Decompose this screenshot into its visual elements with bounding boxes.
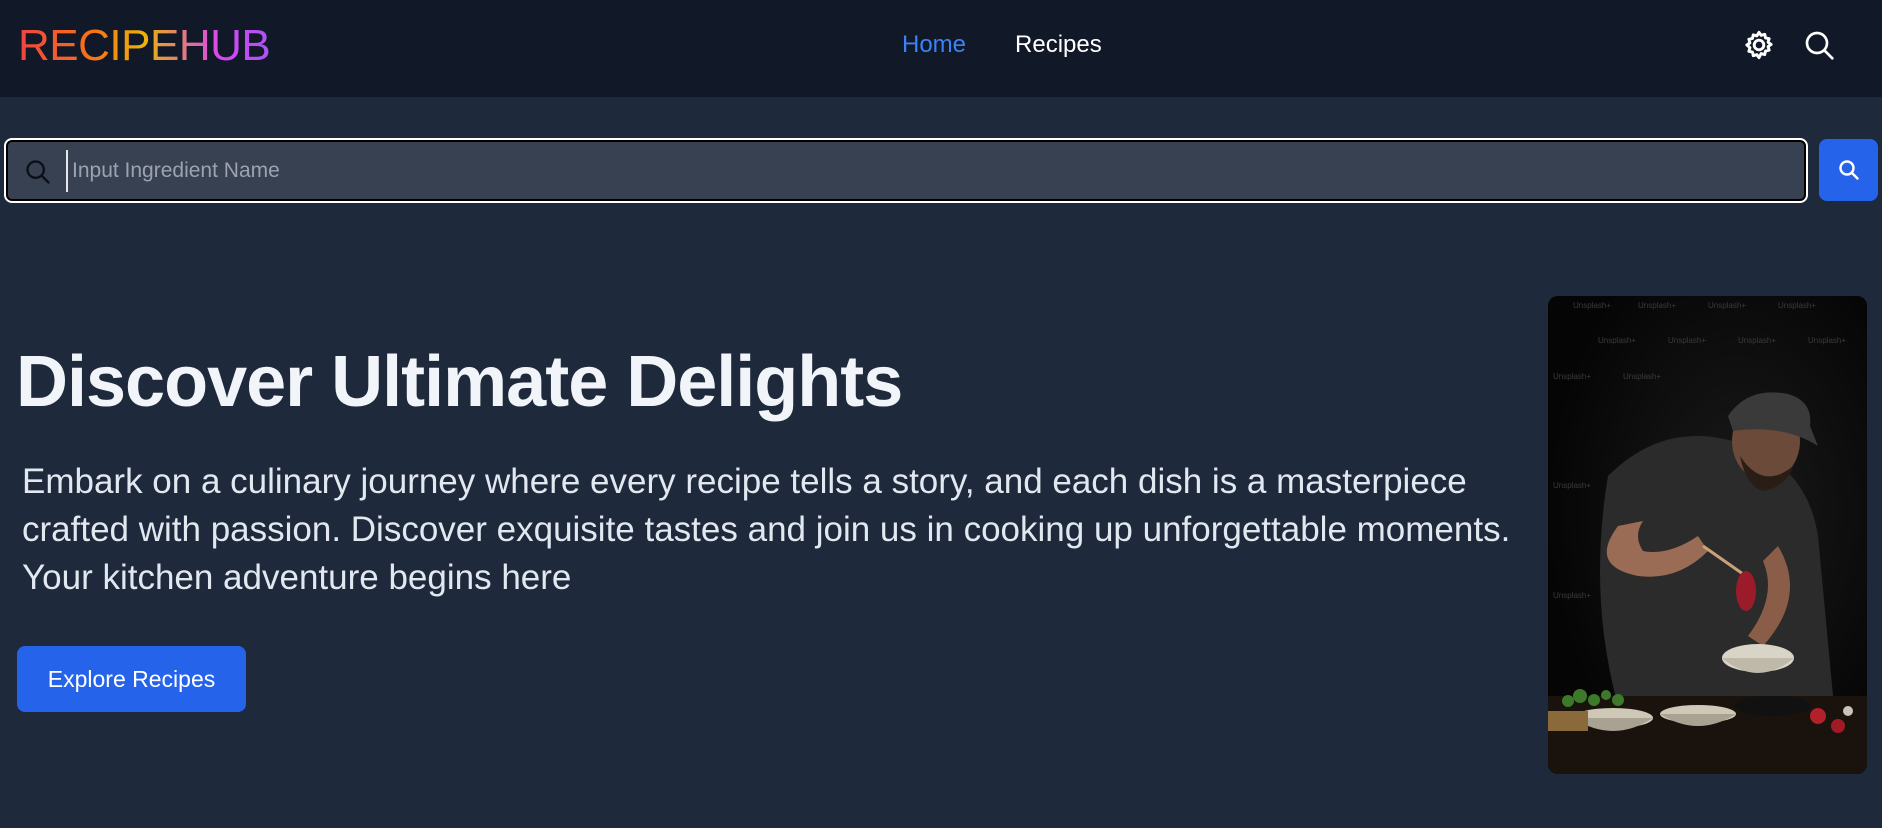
search-field-container[interactable] — [4, 138, 1808, 203]
image-watermark: Unsplash+ — [1778, 301, 1817, 310]
image-watermark: Unsplash+ — [1708, 301, 1747, 310]
search-icon[interactable] — [1801, 27, 1837, 63]
hero-description: Embark on a culinary journey where every… — [22, 462, 1511, 597]
image-watermark: Unsplash+ — [1553, 372, 1592, 381]
nav-link-home[interactable]: Home — [902, 30, 966, 60]
image-watermark: Unsplash+ — [1738, 336, 1777, 345]
search-icon — [1838, 160, 1859, 180]
nav-links: Home Recipes — [902, 30, 1102, 60]
image-watermark: Unsplash+ — [1553, 591, 1592, 600]
image-watermark: Unsplash+ — [1598, 336, 1637, 345]
image-watermark: Unsplash+ — [1668, 336, 1707, 345]
hero-chef-image: Unsplash+ Unsplash+ Unsplash+ Unsplash+ … — [1548, 296, 1867, 774]
search-icon — [24, 158, 52, 186]
search-submit-button[interactable] — [1819, 139, 1878, 201]
image-watermark: Unsplash+ — [1808, 336, 1847, 345]
image-watermark: Unsplash+ — [1623, 372, 1662, 381]
nav-link-recipes[interactable]: Recipes — [1015, 30, 1102, 60]
image-watermark: Unsplash+ — [1573, 301, 1612, 310]
image-watermark: Unsplash+ — [1553, 481, 1592, 490]
hero-title: Discover Ultimate Delights — [16, 342, 903, 422]
top-navbar: RECIPEHUB Home Recipes — [0, 0, 1882, 97]
image-watermark: Unsplash+ — [1638, 301, 1677, 310]
explore-recipes-button[interactable]: Explore Recipes — [17, 646, 246, 712]
gear-icon[interactable] — [1741, 27, 1777, 63]
ingredient-search-input[interactable] — [66, 150, 1786, 192]
brand-logo[interactable]: RECIPEHUB — [18, 22, 271, 70]
ingredient-search-bar — [4, 138, 1878, 203]
